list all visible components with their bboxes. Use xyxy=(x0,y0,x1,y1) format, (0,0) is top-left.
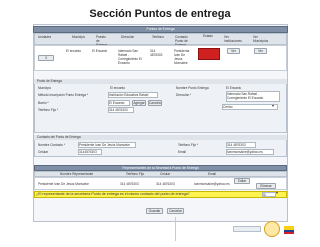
centro-chevron-down-icon[interactable]: ▾ xyxy=(272,104,274,108)
punto-entrega-title: Punto de Entrega xyxy=(34,79,287,84)
barrio-label: Barrio * xyxy=(38,101,49,105)
eliminar-button[interactable]: Eliminar xyxy=(256,183,276,189)
guardar-button[interactable]: Guardar xyxy=(146,208,163,214)
contacto-nombre-input[interactable]: Presidente Ivan De Jesús Monsalve xyxy=(78,142,136,148)
middle-logo xyxy=(233,226,261,232)
telefono-label: Teléfono Fijo * xyxy=(38,108,59,112)
grid-col-direccion: Dirección xyxy=(121,35,135,39)
grid-col-ver-municipios: Ver Municipios xyxy=(253,35,269,43)
question-label: ¿El representante de la secretaría Punto… xyxy=(36,192,190,196)
ver-municipios-button[interactable]: Ver xyxy=(254,48,267,54)
panel-header-label: Puntos de Entrega xyxy=(146,27,175,31)
grid-col-ver-instituciones: Ver Instituciones xyxy=(224,35,242,43)
rep-col-nombre: Nombre Representante xyxy=(60,172,94,176)
question-select[interactable]: Si xyxy=(262,192,276,197)
contacto-celular-label: Celular xyxy=(38,150,49,154)
telefono-input[interactable]: 314 4876303 xyxy=(108,107,134,113)
rep-col-email: Email xyxy=(208,172,216,176)
municipio-label: Municipio xyxy=(38,86,52,90)
rep-col-celular: Celular xyxy=(160,172,171,176)
metodo-input[interactable]: Institución Educativa Rafael xyxy=(108,92,158,98)
grid-col-telefono: Teléfono xyxy=(152,35,165,39)
contacto-celular-input[interactable]: 3144876303 xyxy=(78,149,102,155)
seal-logo xyxy=(264,221,280,237)
metodo-label: Método Inscripción Punto Entrega * xyxy=(38,93,89,97)
cancelar-barrio-button[interactable]: Cancelar xyxy=(148,100,162,106)
page-title: Sección Puntos de entrega xyxy=(89,8,231,20)
centro-select[interactable]: Centro xyxy=(222,104,278,110)
rep-row-nombre: Presidente Ivan De Jesus Monsalve xyxy=(38,182,89,186)
rep-row-email: ivanmonsalve@yahoo.es xyxy=(194,182,230,186)
bottom-divider xyxy=(175,217,176,241)
direccion-input[interactable]: Internado San Rafael - Corregimiento El … xyxy=(226,91,280,102)
rep-col-telefono: Teléfono Fijo xyxy=(126,172,145,176)
contacto-telefono-input[interactable]: 314 4876303 xyxy=(226,142,256,148)
rep-row-telefono: 314 4876303 xyxy=(120,182,139,186)
grid-row-telefono: 314 4876303 xyxy=(150,49,163,57)
nombre-punto-label: Nombre Punto Entrega xyxy=(176,86,209,90)
grid-col-unidades: Unidades xyxy=(38,35,52,39)
grid-col-municipio: Municipio xyxy=(72,35,86,39)
agregar-button[interactable]: Agregar xyxy=(132,100,146,106)
ver-instituciones-button[interactable]: Ver xyxy=(227,48,240,54)
grid-row-municipio: El encanto xyxy=(66,49,82,53)
direccion-label: Dirección * xyxy=(176,93,192,97)
nombre-punto-value: El Encanto xyxy=(226,86,242,90)
contacto-email-input[interactable]: ivanmonsalve@yahoo.es xyxy=(226,149,274,155)
contacto-title: Contacto del Punto de Entrega xyxy=(34,135,287,140)
grid-row-direccion: Internado San Rafael - Corregimiento El … xyxy=(118,49,142,65)
grid-row-contacto: Presidenta Ivan De Jesús Monsalve xyxy=(174,49,190,65)
top-bar xyxy=(8,0,312,5)
grid-col-estado: Estado xyxy=(203,34,213,38)
grid-row-estado-red-button[interactable] xyxy=(198,48,220,60)
question-chevron-down-icon[interactable]: ▾ xyxy=(276,191,278,195)
contacto-nombre-label: Nombre Contacto * xyxy=(38,143,66,147)
panel-header: Puntos de Entrega xyxy=(33,26,288,33)
grid-row-unidades-button[interactable]: 3 xyxy=(38,55,54,61)
editar-button[interactable]: Editar xyxy=(234,178,250,184)
flag-logo xyxy=(284,226,294,234)
representantes-header-label: Representantes de la Secretaría Punto de… xyxy=(122,166,199,170)
grid-row-puesto: El Encanto xyxy=(92,49,108,53)
rep-row-celular: 314 4876303 xyxy=(156,182,175,186)
cancelar-footer-button[interactable]: Cancelar xyxy=(167,208,184,214)
contacto-email-label: Email xyxy=(178,150,186,154)
contacto-telefono-label: Teléfono Fijo * xyxy=(178,143,199,147)
barrio-input[interactable]: El Encanto xyxy=(108,100,130,106)
municipio-value: El encanto xyxy=(110,86,126,90)
